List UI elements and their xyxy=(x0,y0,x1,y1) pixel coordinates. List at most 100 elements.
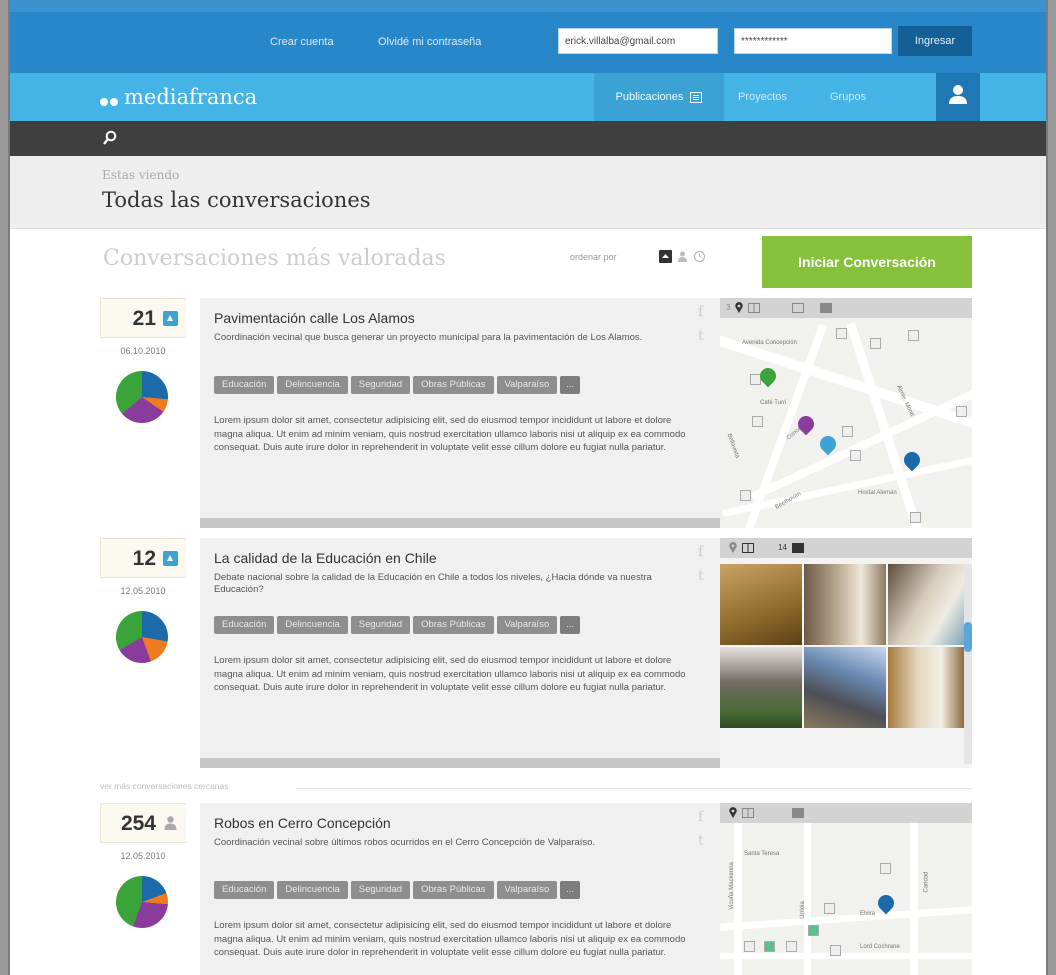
section-title: Conversaciones más valoradas xyxy=(103,246,446,271)
more-tags[interactable]: ... xyxy=(560,376,581,394)
map-building xyxy=(752,416,763,427)
search-icon[interactable] xyxy=(102,130,118,146)
media-count: 14 xyxy=(778,543,787,552)
forgot-password-link[interactable]: Olvidé mi contraseña xyxy=(378,36,481,48)
pin-icon[interactable] xyxy=(728,807,738,819)
sort-users-icon[interactable] xyxy=(676,250,689,263)
tag[interactable]: Seguridad xyxy=(350,616,411,634)
map-building xyxy=(836,328,847,339)
login-button[interactable]: Ingresar xyxy=(898,26,972,56)
map-pin-lightblue[interactable] xyxy=(816,432,840,456)
create-account-link[interactable]: Crear cuenta xyxy=(270,36,334,48)
tag[interactable]: Valparaíso xyxy=(496,376,558,394)
see-more-link[interactable]: ver más conversaciones cercanas xyxy=(100,781,229,791)
nav-item-grupos[interactable]: Grupos xyxy=(830,73,866,121)
user-icon[interactable] xyxy=(163,815,178,831)
book-icon[interactable] xyxy=(748,303,760,313)
map-building xyxy=(786,941,797,952)
conversation-body[interactable]: La calidad de la Educación en Chile Deba… xyxy=(200,538,720,768)
logo-mark xyxy=(100,87,120,111)
scrollbar-thumb[interactable] xyxy=(964,622,972,652)
sort-time-icon[interactable] xyxy=(693,250,706,263)
nav-item-publicaciones[interactable]: Publicaciones xyxy=(594,73,724,121)
map-road xyxy=(720,953,972,959)
twitter-icon[interactable]: t xyxy=(698,328,704,344)
tag[interactable]: Delincuencia xyxy=(277,616,348,634)
photo-thumbnail[interactable] xyxy=(720,564,802,645)
photo-thumbnail[interactable] xyxy=(888,647,964,728)
facebook-icon[interactable]: f xyxy=(698,544,703,560)
tag[interactable]: Delincuencia xyxy=(277,881,348,899)
conversation-description: Coordinación vecinal sobre últimos robos… xyxy=(214,837,596,848)
image-icon[interactable] xyxy=(792,808,804,818)
map-preview[interactable]: 3 Avenida Concepción Café Turri Concepci… xyxy=(720,298,972,528)
twitter-icon[interactable]: t xyxy=(698,833,704,849)
map-building xyxy=(908,330,919,341)
tag[interactable]: Educación xyxy=(214,881,275,899)
gallery-scrollbar[interactable] xyxy=(964,564,972,764)
password-field[interactable]: ************ xyxy=(734,28,892,54)
tag[interactable]: Obras Públicas xyxy=(413,616,494,634)
start-conversation-button[interactable]: Iniciar Conversación xyxy=(762,236,972,288)
image-icon[interactable] xyxy=(792,543,804,553)
vote-up-icon[interactable] xyxy=(163,551,178,566)
more-tags: ... xyxy=(560,881,581,899)
tag[interactable]: Seguridad xyxy=(350,376,411,394)
map-label: Hostal Aleman xyxy=(858,490,897,496)
photo-gallery[interactable]: 14 xyxy=(720,538,972,768)
card-footer-strip xyxy=(200,758,720,768)
conversation-date: 06.10.2010 xyxy=(120,346,166,356)
card-footer-strip xyxy=(200,518,720,528)
map-building xyxy=(910,512,921,523)
conversation-title[interactable]: La calidad de la Educación en Chile xyxy=(214,550,437,566)
twitter-icon[interactable]: t xyxy=(698,568,704,584)
map-building xyxy=(764,941,775,952)
tag[interactable]: Educación xyxy=(214,376,275,394)
email-field[interactable]: erick.villalba@gmail.com xyxy=(558,28,718,54)
vote-up-icon[interactable] xyxy=(163,311,178,326)
conversation-date: 12.05.2010 xyxy=(120,586,166,596)
facebook-icon[interactable]: f xyxy=(698,809,703,825)
nav-item-proyectos[interactable]: Proyectos xyxy=(738,73,787,121)
map-label: Lord Cochrane xyxy=(860,944,900,950)
tag[interactable]: Valparaíso xyxy=(496,616,558,634)
tag[interactable]: Valparaíso xyxy=(496,881,558,899)
photo-thumbnail[interactable] xyxy=(804,564,886,645)
logo[interactable]: mediafranca xyxy=(100,85,257,111)
tag[interactable]: Delincuencia xyxy=(277,376,348,394)
category-pie-chart xyxy=(116,611,168,663)
more-tags[interactable]: ... xyxy=(560,616,581,634)
document-icon[interactable] xyxy=(792,303,804,313)
image-icon[interactable] xyxy=(820,303,832,313)
map-label: Urriola xyxy=(799,901,806,919)
tag[interactable]: Obras Públicas xyxy=(413,881,494,899)
user-menu-button[interactable] xyxy=(936,73,980,121)
page-title: Todas las conversaciones xyxy=(102,188,371,212)
book-icon[interactable] xyxy=(742,808,754,818)
map-label: Café Turri xyxy=(760,400,787,406)
search-bar xyxy=(10,121,1046,156)
conversation-body[interactable]: Pavimentación calle Los Alamos Coordinac… xyxy=(200,298,720,528)
map-building xyxy=(824,903,835,914)
conversation-title[interactable]: Pavimentación calle Los Alamos xyxy=(214,310,415,326)
tag[interactable]: Educación xyxy=(214,616,275,634)
map-label: Caridad xyxy=(923,871,930,893)
photo-thumbnail[interactable] xyxy=(888,564,964,645)
conversation-body[interactable]: Robos en Cerro Concepción Coordinación v… xyxy=(200,803,720,975)
map-road xyxy=(720,906,972,931)
facebook-icon[interactable]: f xyxy=(698,304,703,320)
tag[interactable]: Seguridad xyxy=(350,881,411,899)
login-bar: Crear cuenta Olvidé mi contraseña erick.… xyxy=(10,0,1046,73)
pin-icon[interactable] xyxy=(728,542,738,554)
photo-thumbnail[interactable] xyxy=(720,647,802,728)
photo-thumbnail[interactable] xyxy=(804,647,886,728)
conversation-title[interactable]: Robos en Cerro Concepción xyxy=(214,815,391,831)
sort-votes-icon[interactable] xyxy=(659,250,672,263)
pin-icon[interactable] xyxy=(734,302,744,314)
tag[interactable]: Obras Públicas xyxy=(413,376,494,394)
conversation-description: Coordinación vecinal que busca generar u… xyxy=(214,332,643,343)
map-preview[interactable]: Santa Teresa Vicuña Mackenna Elvira Cari… xyxy=(720,803,972,975)
conversation-card: 12 12.05.2010 La calidad de la Educación… xyxy=(100,538,972,768)
book-icon[interactable] xyxy=(742,543,754,553)
media-toolbar: 14 xyxy=(720,538,972,558)
